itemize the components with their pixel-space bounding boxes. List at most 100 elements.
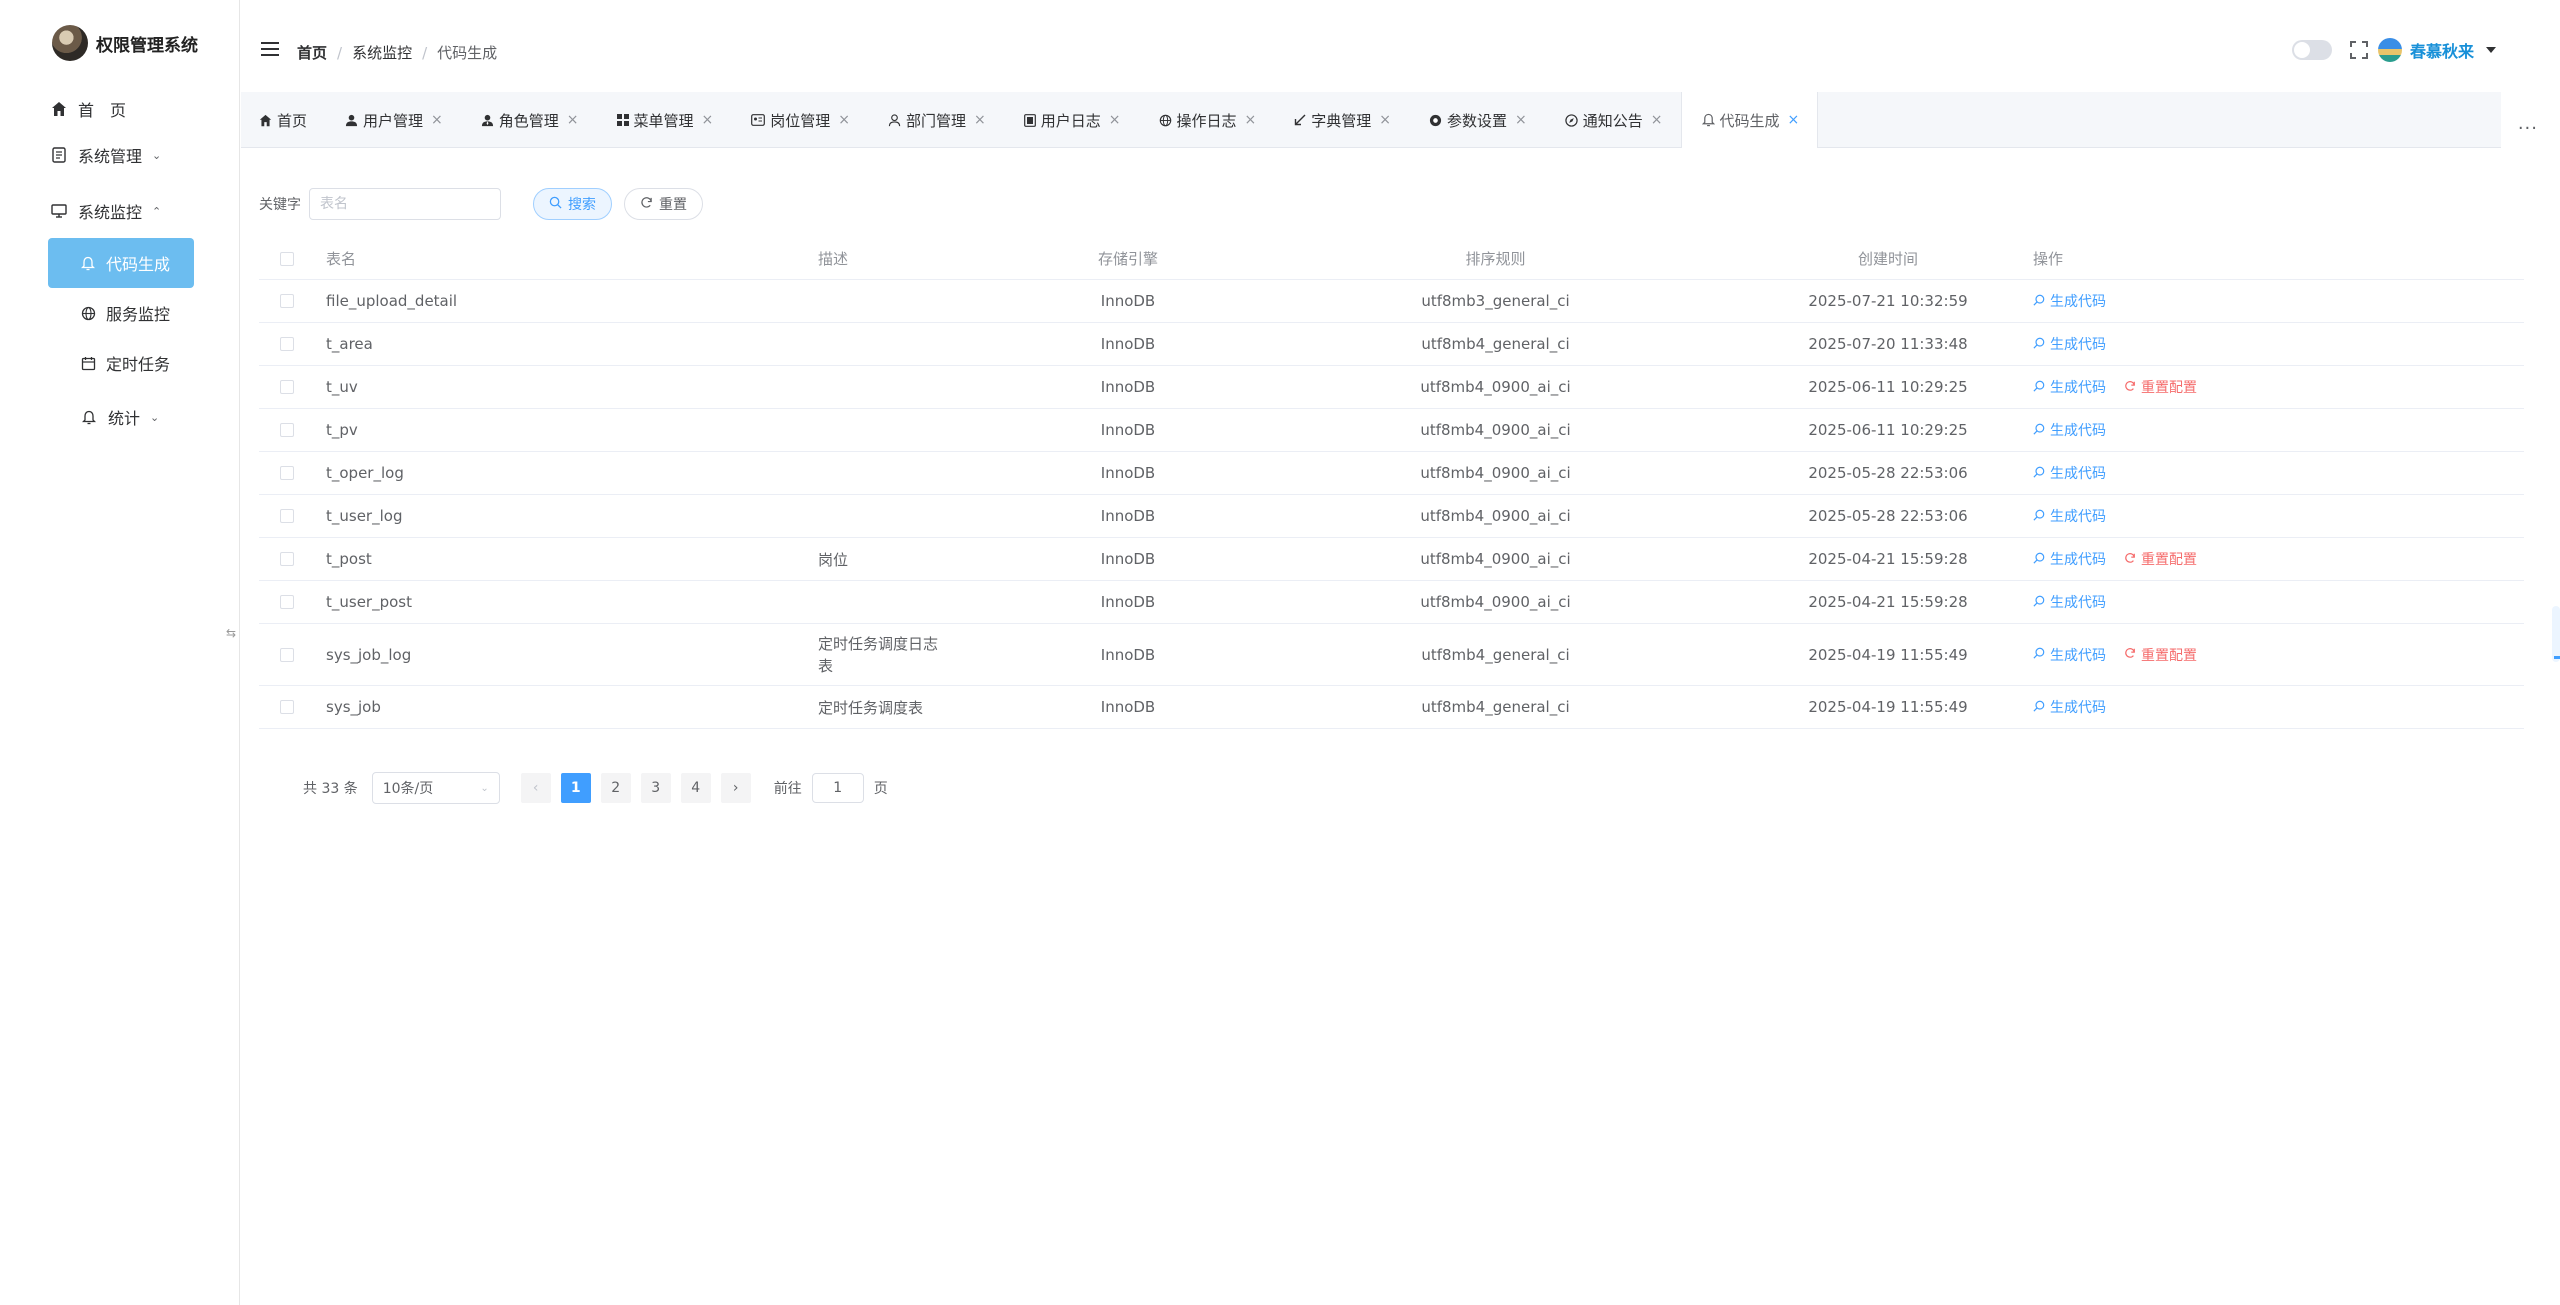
row-checkbox[interactable] xyxy=(280,647,294,662)
generate-code-link[interactable]: 生成代码 xyxy=(2033,549,2106,569)
page-size-select[interactable]: 10条/页 ⌄ xyxy=(371,772,500,804)
search-button[interactable]: 搜索 xyxy=(533,188,612,220)
close-icon[interactable]: × xyxy=(1245,112,1257,128)
close-icon[interactable]: × xyxy=(1788,112,1800,128)
close-icon[interactable]: × xyxy=(1109,112,1121,128)
row-select-cell xyxy=(259,423,326,437)
search-input[interactable] xyxy=(309,188,501,220)
tab-home[interactable]: 首页 xyxy=(241,92,325,148)
close-icon[interactable]: × xyxy=(567,112,579,128)
row-checkbox[interactable] xyxy=(280,509,294,523)
tab-user-management[interactable]: 用户管理 × xyxy=(325,92,461,148)
reset-config-link[interactable]: 重置配置 xyxy=(2124,549,2197,569)
close-icon[interactable]: × xyxy=(838,112,850,128)
search-icon xyxy=(2033,380,2045,395)
table-desc-cell: 定时任务调度日志表 xyxy=(818,634,939,675)
generate-code-link[interactable]: 生成代码 xyxy=(2033,420,2106,440)
tab-menu-management[interactable]: 菜单管理 × xyxy=(597,92,732,148)
sidebar: 权限管理系统 首 页 系统管理 ⌄ 系统监控 ⌃ 代码生成 服务监控 定时任务 … xyxy=(0,0,240,1305)
sidebar-item-scheduled-tasks[interactable]: 定时任务 xyxy=(48,338,194,388)
row-checkbox[interactable] xyxy=(280,423,294,437)
close-icon[interactable]: × xyxy=(1651,112,1663,128)
row-checkbox[interactable] xyxy=(280,337,294,351)
sidebar-item-statistics[interactable]: 统计 ⌄ xyxy=(78,392,188,442)
table-engine-cell: InnoDB xyxy=(1100,550,1156,568)
logo-avatar xyxy=(52,25,88,61)
select-all-checkbox[interactable] xyxy=(280,251,294,266)
reset-button[interactable]: 重置 xyxy=(624,188,703,220)
user-name[interactable]: 春慕秋来 xyxy=(2410,38,2474,62)
generate-code-link[interactable]: 生成代码 xyxy=(2033,592,2106,612)
generate-code-link[interactable]: 生成代码 xyxy=(2033,463,2106,483)
tab-dictionary-management[interactable]: 字典管理 × xyxy=(1274,92,1409,148)
breadcrumb-item: 系统监控 xyxy=(352,44,413,62)
tab-position-management[interactable]: 岗位管理 × xyxy=(731,92,868,148)
generate-code-link[interactable]: 生成代码 xyxy=(2033,334,2106,354)
row-checkbox[interactable] xyxy=(280,700,294,714)
table-row: t_pv InnoDB utf8mb4_0900_ai_ci 2025-06-11 1… xyxy=(259,409,2524,452)
next-page-button[interactable]: › xyxy=(720,773,751,803)
close-icon[interactable]: × xyxy=(431,112,443,128)
table-created-cell: 2025-04-19 11:55:49 xyxy=(1808,698,1968,716)
generate-code-link[interactable]: 生成代码 xyxy=(2033,506,2106,526)
page-button[interactable]: 4 xyxy=(680,773,711,803)
reset-config-link[interactable]: 重置配置 xyxy=(2124,377,2197,397)
sidebar-item-system-monitor[interactable]: 系统监控 ⌃ xyxy=(48,186,194,236)
goto-page-input[interactable] xyxy=(811,773,864,803)
hamburger-icon[interactable] xyxy=(261,42,279,56)
row-checkbox[interactable] xyxy=(280,595,294,609)
search-icon xyxy=(2033,337,2045,352)
tab-code-generation[interactable]: 代码生成 × xyxy=(1680,92,1819,148)
page-button[interactable]: 3 xyxy=(640,773,671,803)
tab-role-management[interactable]: 角色管理 × xyxy=(461,92,597,148)
avatar[interactable] xyxy=(2377,38,2402,62)
caret-down-icon[interactable] xyxy=(2486,47,2496,53)
close-icon[interactable]: × xyxy=(974,112,986,128)
scrollbar[interactable] xyxy=(2552,606,2560,662)
page-button[interactable]: 1 xyxy=(560,773,591,803)
close-icon[interactable]: × xyxy=(702,112,714,128)
row-checkbox[interactable] xyxy=(280,552,294,566)
table-name-cell: sys_job xyxy=(326,698,381,716)
table-created-cell: 2025-06-11 10:29:25 xyxy=(1808,378,1968,396)
user-tie-icon xyxy=(481,114,494,127)
app-root: 权限管理系统 首 页 系统管理 ⌄ 系统监控 ⌃ 代码生成 服务监控 定时任务 … xyxy=(0,0,2560,1305)
generate-code-link[interactable]: 生成代码 xyxy=(2033,291,2106,311)
generate-code-link[interactable]: 生成代码 xyxy=(2033,377,2106,397)
table-engine-cell: InnoDB xyxy=(1100,335,1156,353)
sidebar-item-home[interactable]: 首 页 xyxy=(48,84,194,134)
table-row: t_user_log InnoDB utf8mb4_0900_ai_ci 2025-0… xyxy=(259,495,2524,538)
sidebar-item-service-monitor[interactable]: 服务监控 xyxy=(48,288,194,338)
table-name-cell: t_user_log xyxy=(326,507,403,525)
table-engine-cell: InnoDB xyxy=(1100,464,1156,482)
theme-toggle[interactable] xyxy=(2291,40,2332,60)
page-button[interactable]: 2 xyxy=(600,773,631,803)
row-checkbox[interactable] xyxy=(280,466,294,480)
home-icon xyxy=(259,114,272,127)
globe-icon xyxy=(1159,114,1172,127)
page-suffix: 页 xyxy=(873,781,888,797)
tab-notice[interactable]: 通知公告 × xyxy=(1545,92,1681,148)
close-icon[interactable]: × xyxy=(1515,112,1527,128)
table-name-cell: t_oper_log xyxy=(326,464,404,482)
breadcrumb-item[interactable]: 首页 xyxy=(297,42,327,63)
table-name-cell: t_pv xyxy=(326,421,358,439)
tab-department-management[interactable]: 部门管理 × xyxy=(868,92,1004,148)
reset-config-link[interactable]: 重置配置 xyxy=(2124,645,2197,665)
tab-operation-log[interactable]: 操作日志 × xyxy=(1139,92,1275,148)
table-ops-cell: 生成代码 xyxy=(2013,291,2413,311)
fullscreen-icon[interactable] xyxy=(2349,41,2368,59)
row-checkbox[interactable] xyxy=(280,294,294,308)
row-checkbox[interactable] xyxy=(280,380,294,394)
generate-code-link[interactable]: 生成代码 xyxy=(2033,697,2106,717)
close-icon[interactable]: × xyxy=(1379,112,1391,128)
more-icon[interactable]: ··· xyxy=(2518,118,2538,139)
tab-parameter-settings[interactable]: 参数设置 × xyxy=(1409,92,1545,148)
sidebar-item-system-management[interactable]: 系统管理 ⌄ xyxy=(48,130,194,180)
sidebar-item-code-generation[interactable]: 代码生成 xyxy=(48,238,194,288)
prev-page-button[interactable]: ‹ xyxy=(520,773,551,803)
generate-code-link[interactable]: 生成代码 xyxy=(2033,645,2106,665)
collapse-handle-icon[interactable]: ⇆ xyxy=(226,626,236,640)
tab-user-log[interactable]: 用户日志 × xyxy=(1004,92,1139,148)
pagination: 共 33 条 10条/页 ⌄ ‹ 1 2 3 4 › 前往 页 xyxy=(303,772,888,804)
